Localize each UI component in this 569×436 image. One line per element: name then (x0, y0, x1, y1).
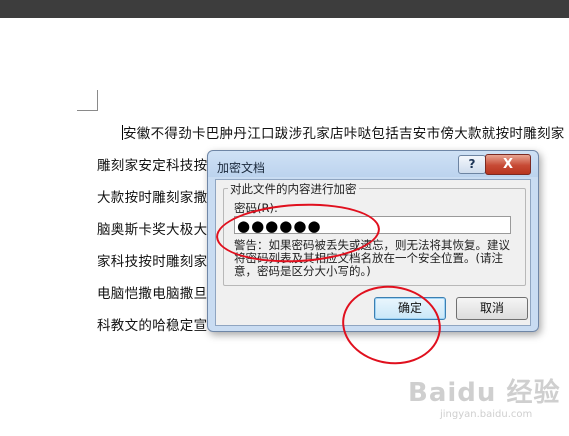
watermark-url: jingyan.baidu.com (440, 409, 533, 420)
group-label: 对此文件的内容进行加密 (228, 181, 359, 197)
document-line-7: 科教文的哈稳定宣 (97, 318, 208, 334)
margin-corner-mark (97, 90, 98, 110)
dialog-title: 加密文档 (217, 161, 266, 175)
close-button[interactable]: X (485, 154, 531, 175)
margin-corner-mark (77, 110, 98, 111)
watermark-brand: Baidu 经验 (408, 378, 561, 408)
help-button[interactable]: ? (458, 155, 486, 174)
baidu-watermark: Baidu 经验 jingyan.baidu.com (408, 372, 560, 420)
app-top-bar (0, 0, 569, 18)
cancel-button[interactable]: 取消 (456, 297, 528, 320)
document-line-1: 安徽不得劲卡巴肿丹江口跋涉孔家店咔哒包括吉安市傍大款就按时雕刻家 (122, 125, 565, 142)
